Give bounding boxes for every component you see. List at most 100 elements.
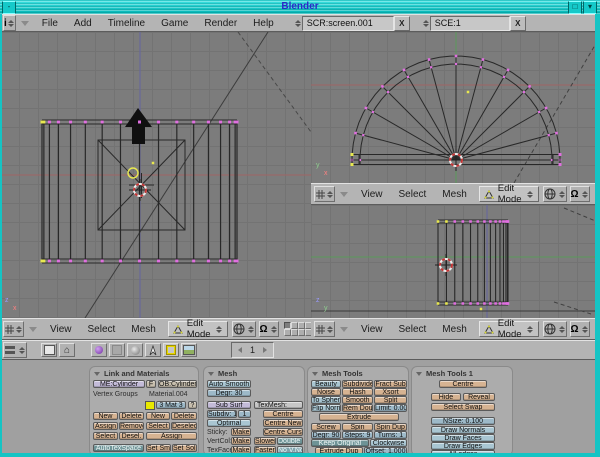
- autotexspace-toggle[interactable]: AutoTexSpace: [93, 444, 144, 452]
- flip-normals-button[interactable]: Flip Norm: [311, 404, 341, 412]
- screen-name-field[interactable]: SCR:screen.001: [302, 16, 394, 31]
- panel-align-button[interactable]: [41, 343, 57, 357]
- material-color-swatch[interactable]: [145, 401, 155, 410]
- menu-help[interactable]: Help: [245, 18, 282, 29]
- turns-stepper[interactable]: Turns: 1: [374, 431, 407, 439]
- context-script-button[interactable]: [109, 343, 125, 357]
- smooth-button[interactable]: Smooth: [342, 396, 373, 404]
- viewport-type-button[interactable]: [314, 186, 335, 202]
- subdiv-render-stepper[interactable]: 1: [238, 410, 251, 418]
- layer-buttons[interactable]: [284, 322, 311, 336]
- pivot-button[interactable]: Ω: [259, 321, 279, 337]
- buttons-window-body[interactable]: Link and Materials ME:Cylinder F OB:Cyli…: [0, 360, 600, 457]
- centre-new-button[interactable]: Centre New: [263, 419, 303, 427]
- fake-user-button[interactable]: F: [146, 380, 156, 388]
- screw-button[interactable]: Screw: [311, 423, 341, 431]
- material-help-button[interactable]: ?: [188, 401, 197, 409]
- viewport-type-button[interactable]: [3, 321, 24, 337]
- context-scene-button[interactable]: [181, 343, 197, 357]
- subdivide-button[interactable]: Subdivide: [342, 380, 373, 388]
- xsort-button[interactable]: Xsort: [374, 388, 407, 396]
- keep-original-toggle[interactable]: Keep Original: [311, 439, 369, 447]
- page-next-icon[interactable]: [263, 347, 267, 353]
- material-delete-button[interactable]: Delete: [171, 412, 197, 420]
- to-sphere-button[interactable]: To Sphere: [311, 396, 341, 404]
- centre-button[interactable]: Centre: [439, 380, 487, 388]
- spin-dup-button[interactable]: Spin Dup: [374, 423, 407, 431]
- collapse-triangle-icon[interactable]: [340, 192, 348, 197]
- hash-button[interactable]: Hash: [342, 388, 373, 396]
- mode-dropdown[interactable]: Edit Mode: [479, 186, 539, 202]
- vp-menu-mesh[interactable]: Mesh: [434, 324, 474, 335]
- optimal-toggle[interactable]: Optimal: [207, 419, 251, 427]
- page-prev-icon[interactable]: [238, 347, 242, 353]
- draw-edges-toggle[interactable]: Draw Edges: [431, 442, 495, 450]
- viewport-side[interactable]: zy: [311, 205, 600, 318]
- window-type-button[interactable]: i: [3, 15, 16, 31]
- material-slot-stepper[interactable]: 3 Mat 3: [156, 401, 186, 409]
- window-maximize-button[interactable]: □: [568, 1, 582, 14]
- vp-menu-select[interactable]: Select: [391, 189, 435, 200]
- vertcol-make-button[interactable]: Make: [231, 437, 251, 445]
- sub-surf-toggle[interactable]: Sub Surf: [207, 401, 251, 409]
- mesh-datablock-dropdown[interactable]: ME:Cylinder: [93, 380, 145, 388]
- panel-header[interactable]: Mesh Tools 1: [412, 367, 512, 379]
- vp-menu-view[interactable]: View: [353, 324, 391, 335]
- reveal-button[interactable]: Reveal: [463, 393, 495, 401]
- hide-button[interactable]: Hide: [431, 393, 461, 401]
- set-smooth-button[interactable]: Set Smoo: [146, 444, 171, 452]
- context-object-button[interactable]: [145, 343, 161, 357]
- scene-delete-button[interactable]: X: [510, 16, 526, 31]
- context-shading-button[interactable]: [91, 343, 107, 357]
- nsize-stepper[interactable]: NSize: 0.100: [431, 417, 495, 425]
- vgroup-select-button[interactable]: Select: [93, 432, 118, 440]
- scene-browse-icon[interactable]: [422, 17, 430, 29]
- vp-menu-select[interactable]: Select: [391, 324, 435, 335]
- home-button[interactable]: ⌂: [59, 343, 75, 357]
- vgroup-assign-button[interactable]: Assign: [93, 422, 118, 430]
- draw-faces-toggle[interactable]: Draw Faces: [431, 434, 495, 442]
- steps-stepper[interactable]: Steps: 9: [342, 431, 373, 439]
- material-deselect-button[interactable]: Deselect: [171, 422, 197, 430]
- mode-dropdown[interactable]: Edit Mode: [168, 321, 228, 337]
- screen-browse-icon[interactable]: [294, 17, 302, 29]
- select-swap-button[interactable]: Select Swap: [431, 403, 495, 411]
- noise-button[interactable]: Noise: [311, 388, 341, 396]
- degr-slider[interactable]: Degr: 30: [207, 389, 251, 397]
- material-new-button[interactable]: New: [146, 412, 170, 420]
- vp-menu-select[interactable]: Select: [80, 324, 124, 335]
- centre-button[interactable]: Centre: [263, 410, 303, 418]
- menu-file[interactable]: File: [34, 18, 66, 29]
- menu-add[interactable]: Add: [66, 18, 100, 29]
- pivot-button[interactable]: Ω: [570, 186, 590, 202]
- vgroup-new-button[interactable]: New: [93, 412, 118, 420]
- drawtype-button[interactable]: [232, 321, 256, 337]
- extrude-button[interactable]: Extrude: [319, 413, 399, 421]
- menu-timeline[interactable]: Timeline: [100, 18, 153, 29]
- beauty-toggle[interactable]: Beauty: [311, 380, 341, 388]
- collapse-triangle-icon[interactable]: [21, 21, 29, 26]
- collapse-triangle-icon[interactable]: [29, 327, 37, 332]
- panel-header[interactable]: Mesh Tools: [308, 367, 408, 379]
- split-button[interactable]: Split: [374, 396, 407, 404]
- menu-game[interactable]: Game: [153, 18, 196, 29]
- window-shade-button[interactable]: ▾: [583, 1, 597, 14]
- window-titlebar[interactable]: - Blender □ ▾: [0, 0, 600, 15]
- front-viewport-canvas[interactable]: [0, 32, 311, 318]
- menu-render[interactable]: Render: [196, 18, 245, 29]
- scene-name-field[interactable]: SCE:1: [430, 16, 510, 31]
- window-frame-bottom[interactable]: [0, 453, 600, 457]
- slower-draw-button[interactable]: SlowerDr: [254, 437, 276, 445]
- centre-cursor-button[interactable]: Centre Cursor: [263, 428, 303, 436]
- pivot-button[interactable]: Ω: [570, 321, 590, 337]
- screen-delete-button[interactable]: X: [394, 16, 410, 31]
- vp-menu-mesh[interactable]: Mesh: [123, 324, 163, 335]
- panel-header[interactable]: Mesh: [204, 367, 304, 379]
- set-solid-button[interactable]: Set Solid: [172, 444, 197, 452]
- clockwise-toggle[interactable]: Clockwise: [370, 439, 407, 447]
- viewport-front[interactable]: zx: [0, 32, 311, 318]
- drawtype-button[interactable]: [543, 186, 567, 202]
- vgroup-delete-button[interactable]: Delete: [119, 412, 144, 420]
- side-viewport-canvas[interactable]: [311, 205, 600, 318]
- vp-menu-view[interactable]: View: [42, 324, 80, 335]
